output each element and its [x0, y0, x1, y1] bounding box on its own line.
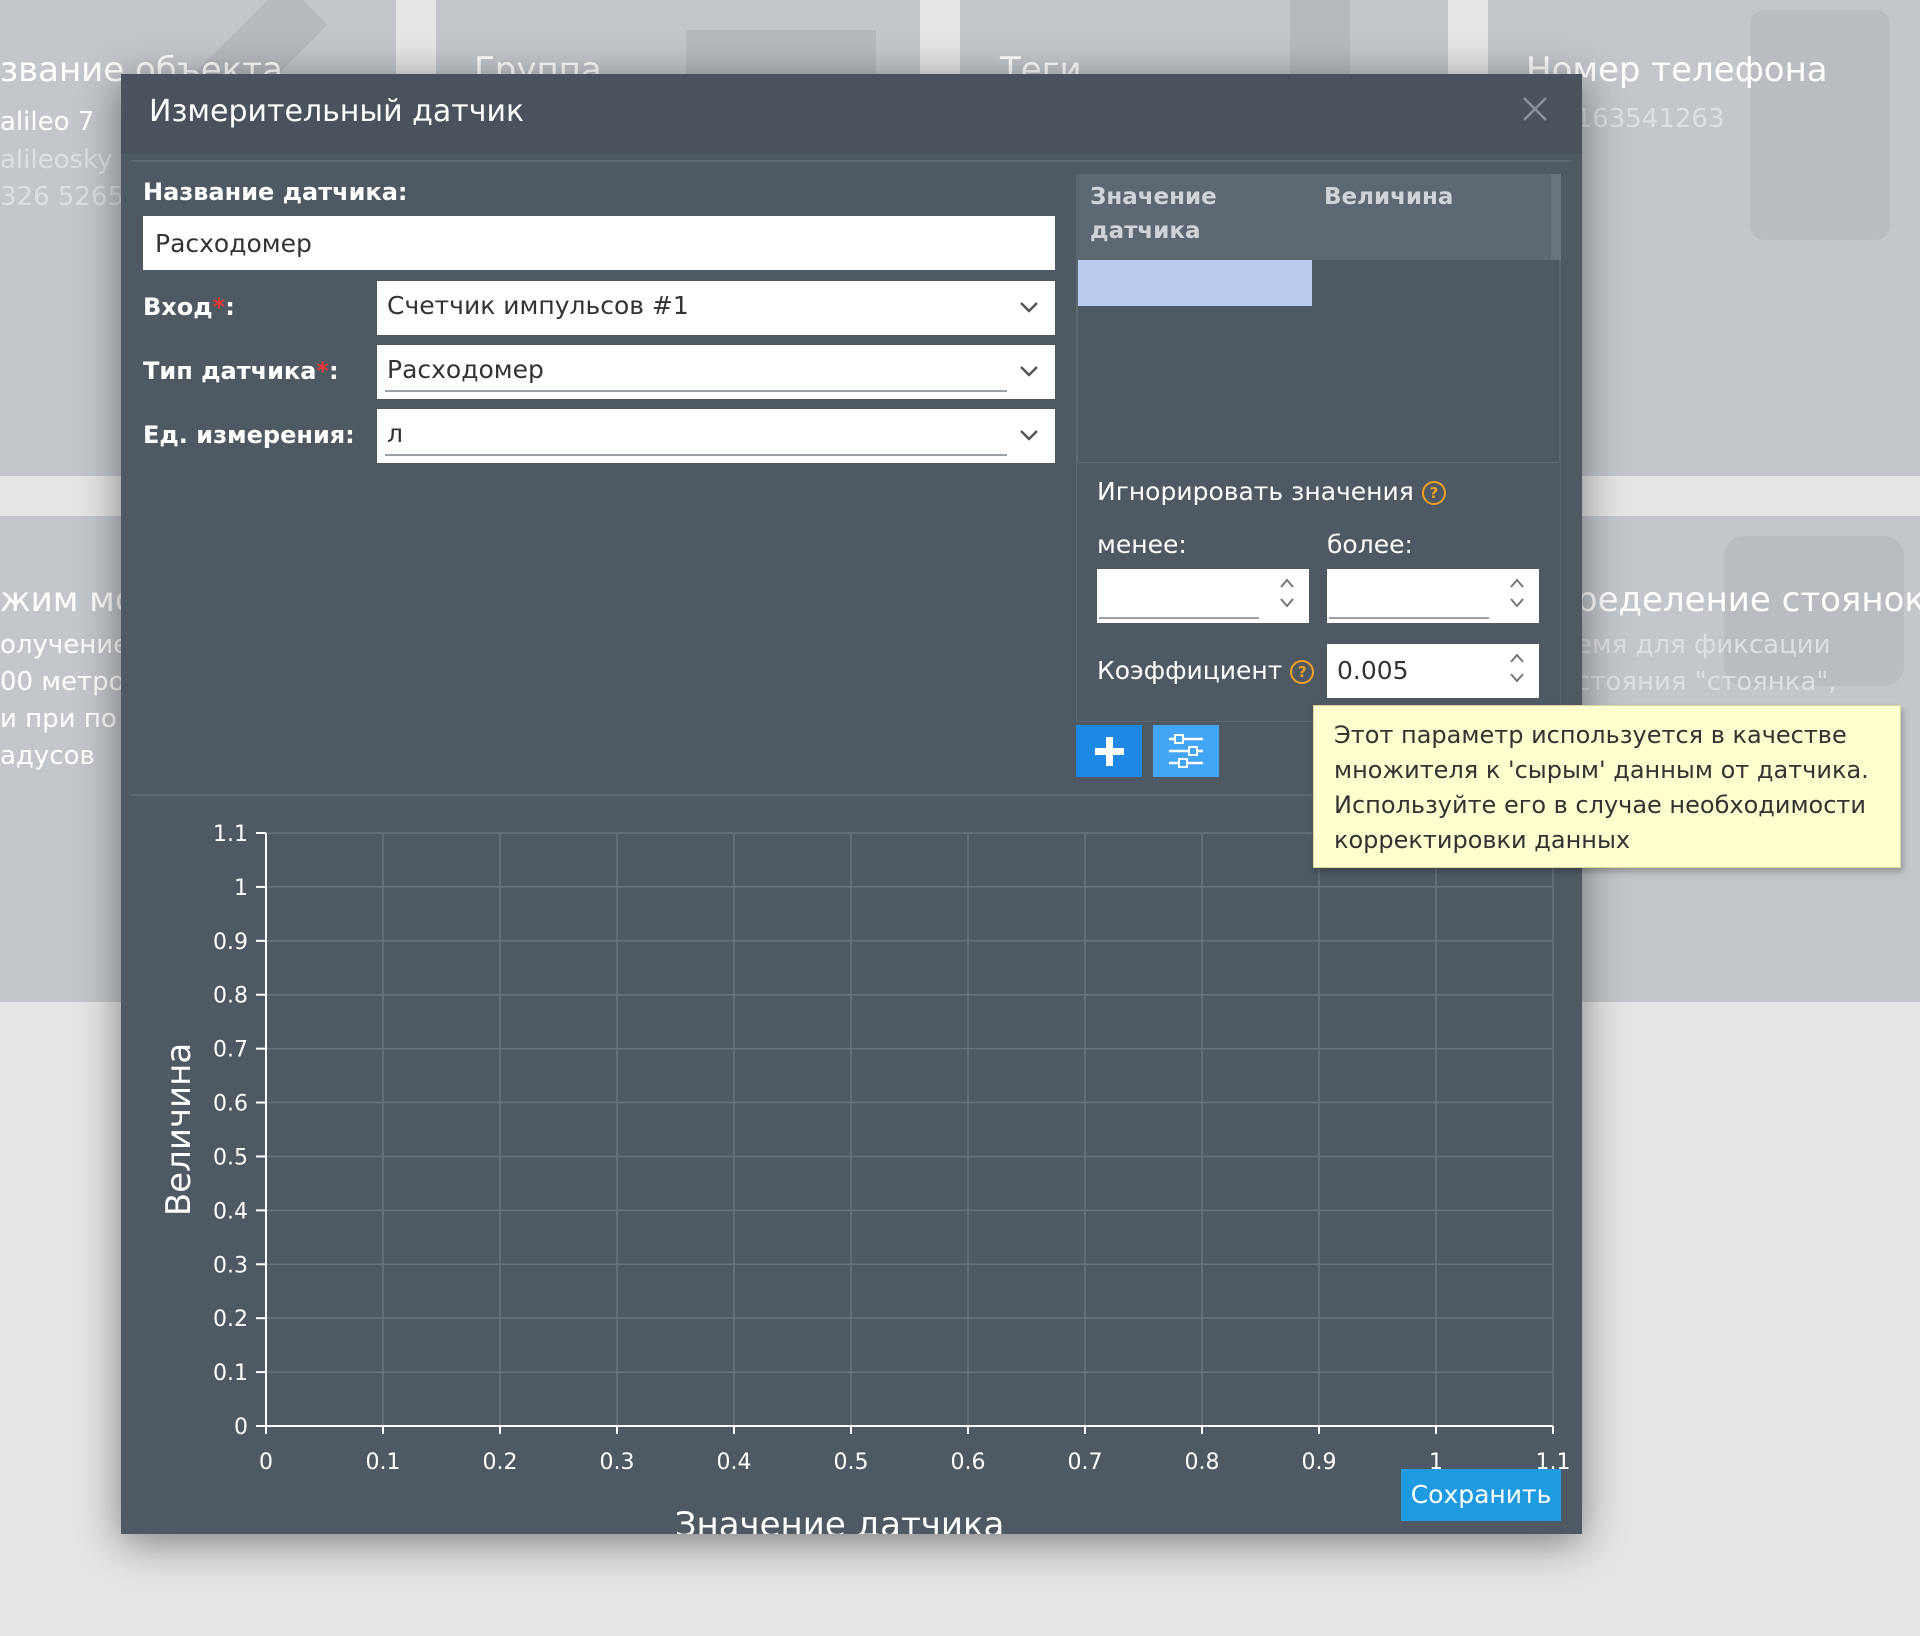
- x-axis-label: Значение датчика: [675, 1505, 1005, 1534]
- table-row[interactable]: [1078, 260, 1312, 306]
- spin-up-icon[interactable]: [1509, 652, 1525, 664]
- sensor-name-input[interactable]: [143, 216, 1055, 270]
- input-label: Вход*:: [143, 293, 235, 321]
- table-header: Значение датчика Величина: [1076, 174, 1551, 260]
- table-border: [1559, 260, 1561, 462]
- y-tick-label: 1: [234, 876, 248, 901]
- ignore-values-panel: Игнорировать значения? менее: более: Коэ…: [1076, 462, 1561, 722]
- bg-card-line: 00 метров: [0, 667, 140, 697]
- spin-down-icon[interactable]: [1279, 597, 1295, 609]
- bg-card-line: олучение: [0, 630, 130, 660]
- x-tick-label: 0.8: [1185, 1450, 1220, 1475]
- close-icon[interactable]: [1518, 92, 1552, 126]
- save-button[interactable]: Сохранить: [1401, 1469, 1561, 1521]
- less-label: менее:: [1097, 530, 1187, 559]
- chevron-down-icon: [1020, 302, 1038, 313]
- x-tick-label: 0.2: [483, 1450, 518, 1475]
- more-label: более:: [1327, 530, 1413, 559]
- chevron-down-icon: [1020, 430, 1038, 441]
- y-tick-label: 0.4: [213, 1199, 248, 1224]
- bg-card-line: alileosky v: [0, 145, 137, 175]
- sensor-type-select[interactable]: Расходомер: [377, 345, 1055, 399]
- bg-card-line: стояния "стоянка",: [1576, 667, 1837, 697]
- coefficient-label: Коэффициент?: [1097, 656, 1315, 685]
- sensor-type-label: Тип датчика*:: [143, 357, 339, 385]
- y-tick-label: 0.7: [213, 1038, 248, 1063]
- x-tick-label: 0.7: [1068, 1450, 1103, 1475]
- bg-card-title: жим мо: [0, 580, 136, 620]
- help-icon[interactable]: ?: [1290, 660, 1315, 684]
- y-tick-label: 0.8: [213, 984, 248, 1009]
- dialog-header: Измерительный датчик: [121, 74, 1582, 154]
- tooltip-line: множителя к 'сырым' данным от датчика.: [1334, 756, 1869, 784]
- y-tick-label: 0.1: [213, 1361, 248, 1386]
- ignore-values-title: Игнорировать значения?: [1097, 477, 1446, 506]
- y-tick-label: 0.9: [213, 930, 248, 955]
- bg-card-title: ределение стоянок: [1576, 580, 1920, 620]
- less-input[interactable]: [1097, 569, 1309, 623]
- add-row-button[interactable]: [1076, 725, 1142, 777]
- select-underline: [385, 390, 1007, 392]
- y-tick-label: 0.5: [213, 1145, 248, 1170]
- dialog-title: Измерительный датчик: [149, 94, 525, 129]
- y-tick-label: 1.1: [213, 822, 248, 847]
- table-scrollbar[interactable]: [1551, 174, 1561, 260]
- spin-down-icon[interactable]: [1509, 672, 1525, 684]
- unit-label: Ед. измерения:: [143, 421, 355, 449]
- x-tick-label: 0.9: [1302, 1450, 1337, 1475]
- header-divider: [131, 160, 1572, 162]
- sensor-type-value: Расходомер: [387, 355, 544, 384]
- y-tick-label: 0.6: [213, 1092, 248, 1117]
- y-axis-label: Величина: [159, 1043, 199, 1216]
- input-select[interactable]: Счетчик импульсов #1: [377, 281, 1055, 335]
- calibration-chart: 0 0.1 0.2 0.3 0.4 0.5 0.6 0.7 0.8 0.9 1 1.1 0 0.1 0.2 0…: [159, 822, 1571, 1534]
- x-tick-label: 0.5: [834, 1450, 869, 1475]
- tooltip-line: корректировки данных: [1334, 826, 1631, 854]
- unit-select[interactable]: л: [377, 409, 1055, 463]
- sliders-icon: [1169, 734, 1203, 768]
- bg-card-line: адусов: [0, 741, 95, 771]
- spin-up-icon[interactable]: [1279, 577, 1295, 589]
- sim-card-icon: [1750, 10, 1890, 240]
- input-underline: [1329, 617, 1489, 619]
- settings-button[interactable]: [1153, 725, 1219, 777]
- select-underline: [385, 454, 1007, 456]
- unit-value: л: [387, 419, 403, 448]
- column-header-quantity[interactable]: Величина: [1324, 180, 1453, 214]
- coefficient-tooltip: Этот параметр используется в качестве мн…: [1313, 705, 1901, 868]
- calibration-table: Значение датчика Величина: [1076, 174, 1561, 462]
- x-tick-label: 0.6: [951, 1450, 986, 1475]
- chevron-down-icon: [1020, 366, 1038, 377]
- y-tick-label: 0.3: [213, 1253, 248, 1278]
- tooltip-line: Этот параметр используется в качестве: [1334, 721, 1847, 749]
- plus-icon: [1095, 737, 1124, 766]
- coefficient-input[interactable]: 0.005: [1327, 644, 1539, 698]
- x-tick-label: 0: [259, 1450, 273, 1475]
- sensor-name-label: Название датчика:: [143, 178, 408, 206]
- required-mark: *: [212, 293, 226, 321]
- input-underline: [1099, 617, 1259, 619]
- y-tick-label: 0.2: [213, 1307, 248, 1332]
- more-input[interactable]: [1327, 569, 1539, 623]
- required-mark: *: [316, 357, 329, 385]
- bg-card-line: и при по: [0, 704, 117, 734]
- x-tick-label: 0.3: [600, 1450, 635, 1475]
- x-tick-label: 0.4: [717, 1450, 752, 1475]
- bg-card-line: alileo 7: [0, 107, 95, 137]
- input-select-value: Счетчик импульсов #1: [387, 291, 689, 320]
- column-header-sensor-value[interactable]: Значение датчика: [1090, 180, 1217, 248]
- spin-up-icon[interactable]: [1509, 577, 1525, 589]
- coefficient-value: 0.005: [1337, 656, 1409, 685]
- x-tick-label: 0.1: [366, 1450, 401, 1475]
- tooltip-line: Используйте его в случае необходимости: [1334, 791, 1867, 819]
- help-icon[interactable]: ?: [1421, 481, 1446, 505]
- y-tick-label: 0: [234, 1415, 248, 1440]
- bg-card-line: емя для фиксации: [1576, 630, 1831, 660]
- spin-down-icon[interactable]: [1509, 597, 1525, 609]
